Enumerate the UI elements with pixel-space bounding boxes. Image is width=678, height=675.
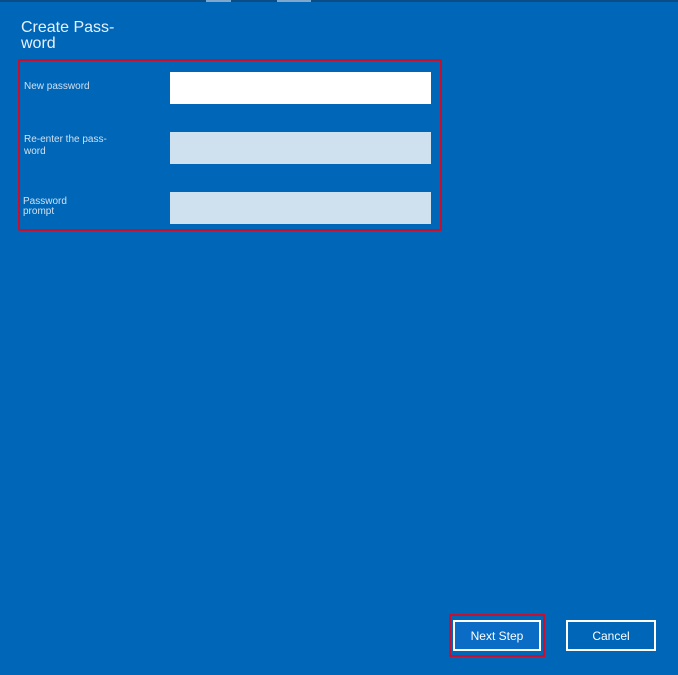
top-edge-segment (277, 0, 311, 2)
top-edge-segment (206, 0, 231, 2)
password-prompt-input[interactable] (170, 192, 431, 224)
reenter-password-input[interactable] (170, 132, 431, 164)
new-password-label: New password (24, 81, 90, 92)
cancel-button[interactable]: Cancel (566, 620, 656, 651)
page-title: Create Pass-word (21, 19, 115, 52)
window-top-edge (0, 0, 678, 2)
password-prompt-label: Password prompt (23, 196, 67, 217)
reenter-password-label: Re-enter the pass-word (24, 134, 107, 157)
next-step-button[interactable]: Next Step (453, 620, 541, 651)
new-password-input[interactable] (170, 72, 431, 104)
